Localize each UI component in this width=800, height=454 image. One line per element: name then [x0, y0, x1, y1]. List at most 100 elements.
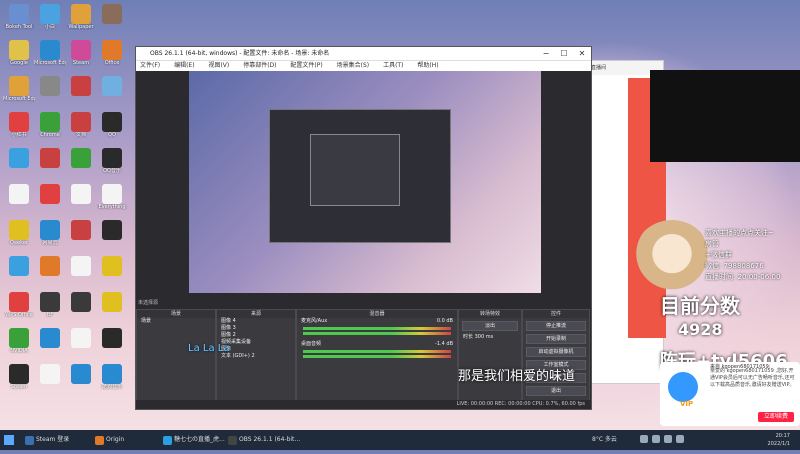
- app-icon: [102, 4, 122, 24]
- desktop-icon[interactable]: 小红书: [3, 112, 35, 138]
- kugou-vip-popup[interactable]: VIP 来自 kgopen680171059: 亲爱的 kgopen680171…: [660, 362, 800, 426]
- desktop-icon[interactable]: [3, 148, 35, 168]
- desktop-icon[interactable]: [96, 76, 128, 96]
- desktop-icon[interactable]: [65, 328, 97, 348]
- duration-value[interactable]: 300 ms: [475, 334, 494, 340]
- tray-icon[interactable]: [664, 435, 672, 443]
- desktop-icon-label: QQ音乐: [103, 168, 121, 174]
- taskbar-item[interactable]: 糖七七の直播_虎...: [160, 430, 225, 450]
- app-icon: [102, 112, 122, 132]
- start-button[interactable]: [4, 430, 14, 450]
- menu-scene-collection[interactable]: 场景集合(S): [337, 62, 370, 69]
- source-item[interactable]: 图像 2: [217, 332, 295, 339]
- desktop-icon[interactable]: [65, 256, 97, 276]
- desktop-icon[interactable]: Wallpaper: [65, 4, 97, 30]
- menu-profile[interactable]: 配置文件(P): [290, 62, 322, 69]
- desktop-icon[interactable]: Microsoft Edge: [34, 40, 66, 66]
- desktop-icon[interactable]: Office: [96, 40, 128, 66]
- obs-preview[interactable]: [189, 71, 541, 293]
- desktop-icon[interactable]: [65, 148, 97, 168]
- sources-header: 来源: [217, 310, 295, 318]
- desktop-icon[interactable]: Everything: [96, 184, 128, 210]
- desktop-icon[interactable]: Bokeh Tool: [3, 4, 35, 30]
- source-item[interactable]: 图像 4: [217, 318, 295, 325]
- desktop-icon[interactable]: [96, 328, 128, 348]
- desktop-icon[interactable]: [3, 256, 35, 276]
- taskbar-item[interactable]: Steam 登录: [22, 430, 69, 450]
- desktop-icon[interactable]: Steam: [65, 40, 97, 66]
- menu-file[interactable]: 文件(F): [140, 62, 160, 69]
- desktop-icon[interactable]: [34, 364, 66, 384]
- volume-meter[interactable]: [303, 355, 451, 358]
- mixer-track-name: 麦克风/Aux 0.0 dB: [297, 318, 457, 325]
- desktop-icon[interactable]: 文档: [65, 112, 97, 138]
- start-record-button[interactable]: 开始录制: [526, 334, 586, 344]
- tray-icon[interactable]: [676, 435, 684, 443]
- desktop-icon[interactable]: [3, 184, 35, 204]
- app-icon: [71, 292, 91, 312]
- clock-time: 20:17: [775, 433, 790, 439]
- tray-icon[interactable]: [640, 435, 648, 443]
- menu-tools[interactable]: 工具(T): [383, 62, 403, 69]
- transition-select[interactable]: 淡出: [462, 321, 518, 331]
- desktop-icon[interactable]: QQ: [96, 112, 128, 138]
- tray-icon[interactable]: [652, 435, 660, 443]
- virtual-camera-button[interactable]: 启动虚拟摄像机: [526, 347, 586, 357]
- volume-meter[interactable]: [303, 350, 451, 353]
- menu-view[interactable]: 视图(V): [208, 62, 229, 69]
- close-button[interactable]: ✕: [573, 47, 591, 60]
- transitions-header: 转场特效: [459, 310, 521, 318]
- desktop-icon[interactable]: Microsoft Edge: [3, 76, 35, 102]
- taskbar-item[interactable]: OBS 26.1.1 (64-bit...: [225, 430, 300, 450]
- desktop-icon[interactable]: [96, 292, 128, 312]
- clock[interactable]: 20:17 2022/1/1: [768, 432, 790, 448]
- track-db: 0.0 dB: [436, 318, 453, 324]
- volume-meter[interactable]: [303, 327, 451, 330]
- app-icon: [9, 292, 29, 312]
- taskbar-item[interactable]: Origin: [92, 430, 124, 450]
- menu-edit[interactable]: 编辑(E): [174, 62, 194, 69]
- desktop-icon[interactable]: [34, 256, 66, 276]
- stop-stream-button[interactable]: 停止推流: [526, 321, 586, 331]
- source-item[interactable]: 文本 (GDI+) 2: [217, 353, 295, 360]
- desktop-icon[interactable]: [96, 256, 128, 276]
- desktop-icon[interactable]: Steam: [3, 364, 35, 390]
- desktop-icon[interactable]: WPS Office: [3, 292, 35, 318]
- desktop-icon[interactable]: [34, 328, 66, 348]
- desktop-icon[interactable]: [65, 220, 97, 240]
- desktop-icon[interactable]: [65, 184, 97, 204]
- desktop-icon[interactable]: Qeeker: [3, 220, 35, 246]
- weather[interactable]: 8°C 多云: [592, 430, 617, 450]
- desktop-icon[interactable]: NVIDIA: [3, 328, 35, 354]
- desktop-icon[interactable]: 酷狗音乐: [96, 364, 128, 390]
- minimize-button[interactable]: −: [537, 47, 555, 60]
- desktop-icon[interactable]: 网易云: [34, 220, 66, 246]
- desktop-icon[interactable]: [65, 292, 97, 312]
- desktop-icon[interactable]: [65, 76, 97, 96]
- maximize-button[interactable]: ☐: [555, 47, 573, 60]
- source-item[interactable]: 图像 3: [217, 325, 295, 332]
- volume-meter[interactable]: [303, 332, 451, 335]
- desktop-icon[interactable]: [34, 76, 66, 96]
- desktop-icon[interactable]: [96, 220, 128, 240]
- desktop-icon[interactable]: Google: [3, 40, 35, 66]
- origin-icon: [95, 436, 104, 445]
- info-line: 直播时间: 20:00-06:00: [705, 273, 781, 281]
- exit-button[interactable]: 退出: [526, 386, 586, 396]
- desktop-icon[interactable]: BF: [34, 292, 66, 318]
- desktop-icon[interactable]: [96, 4, 128, 24]
- obs-window[interactable]: OBS 26.1.1 (64-bit, windows) - 配置文件: 未命名…: [135, 46, 592, 410]
- track-name: 桌面音频: [301, 341, 322, 347]
- desktop-icon[interactable]: Chrome: [34, 112, 66, 138]
- desktop-icon[interactable]: [34, 184, 66, 204]
- obs-statusbar: LIVE: 00:00:00 REC: 00:00:00 CPU: 0.7%, …: [136, 400, 591, 409]
- menu-docks[interactable]: 停靠部件(D): [243, 62, 276, 69]
- desktop-icon[interactable]: [65, 364, 97, 384]
- scene-item[interactable]: 场景: [137, 318, 215, 325]
- desktop-icon-label: Wallpaper: [68, 24, 94, 30]
- desktop-icon[interactable]: 小白: [34, 4, 66, 30]
- desktop-icon[interactable]: QQ音乐: [96, 148, 128, 174]
- renew-button[interactable]: 立即续费: [757, 412, 794, 422]
- desktop-icon[interactable]: [34, 148, 66, 168]
- menu-help[interactable]: 帮助(H): [417, 62, 438, 69]
